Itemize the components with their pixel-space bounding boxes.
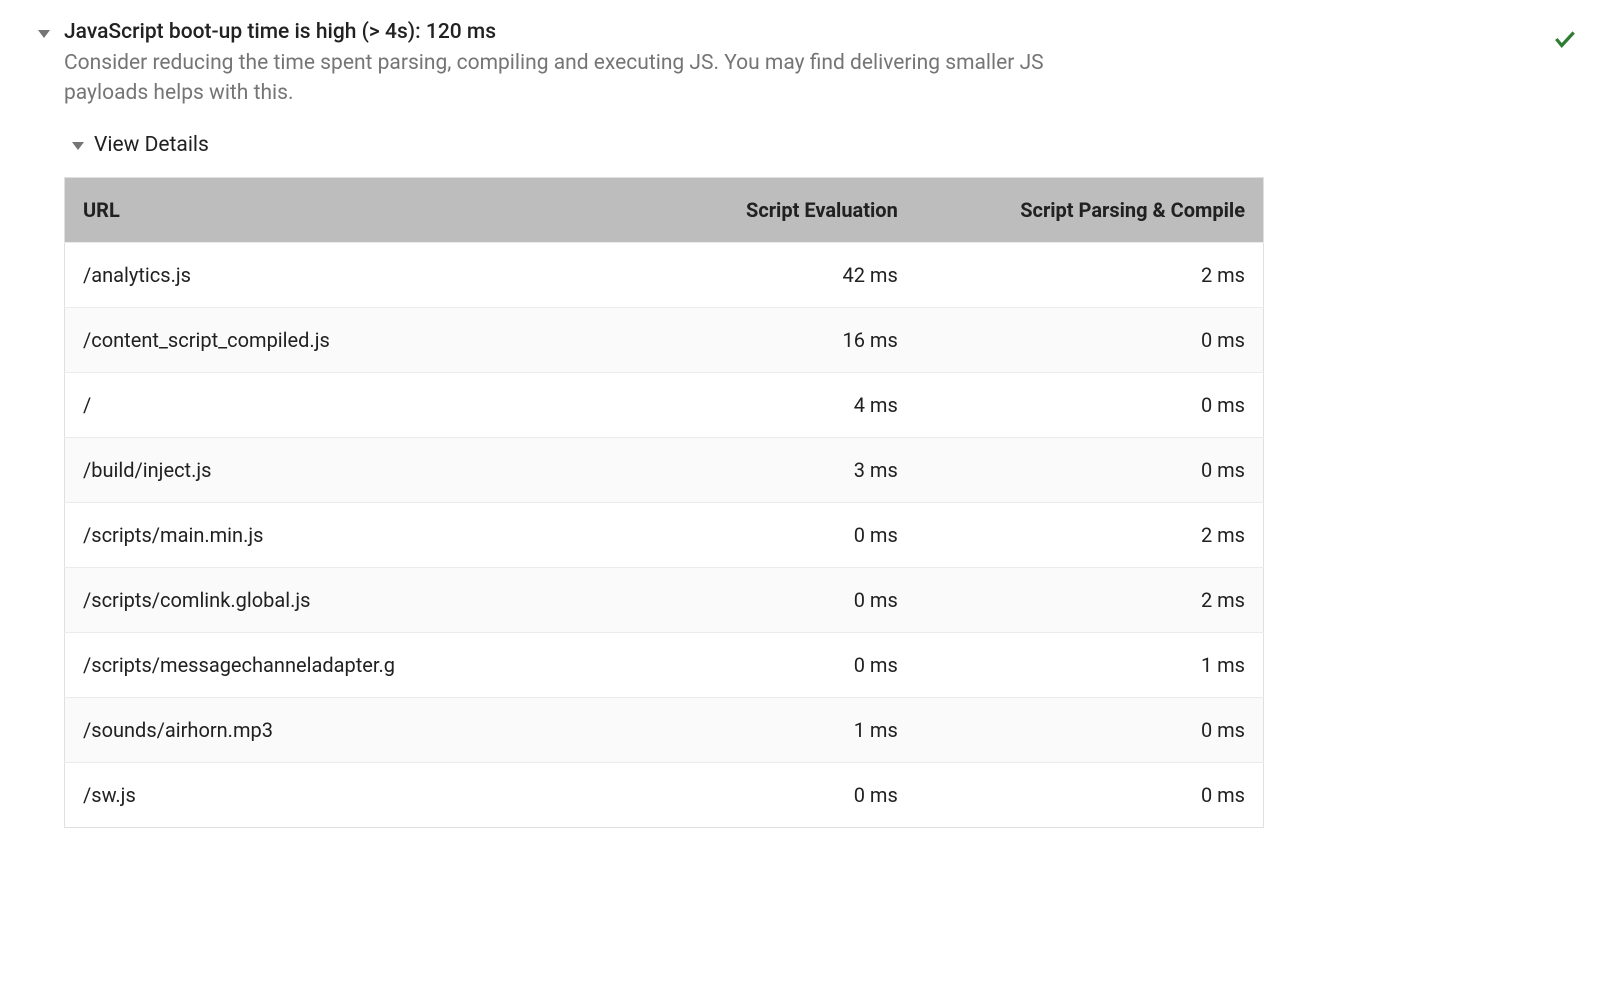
audit-header[interactable]: JavaScript boot-up time is high (> 4s): … <box>30 20 1584 109</box>
cell-parse: 0 ms <box>916 372 1264 437</box>
cell-eval: 1 ms <box>640 697 916 762</box>
cell-parse: 2 ms <box>916 567 1264 632</box>
cell-parse: 0 ms <box>916 762 1264 827</box>
table-row: /scripts/messagechanneladapter.g0 ms1 ms <box>65 632 1264 697</box>
cell-url: /scripts/comlink.global.js <box>65 567 641 632</box>
cell-parse: 2 ms <box>916 242 1264 307</box>
table-row: /sounds/airhorn.mp31 ms0 ms <box>65 697 1264 762</box>
cell-eval: 0 ms <box>640 567 916 632</box>
table-row: /build/inject.js3 ms0 ms <box>65 437 1264 502</box>
audit-description: Consider reducing the time spent parsing… <box>64 48 1124 109</box>
cell-url: /content_script_compiled.js <box>65 307 641 372</box>
table-row: /sw.js0 ms0 ms <box>65 762 1264 827</box>
cell-eval: 4 ms <box>640 372 916 437</box>
table-row: /4 ms0 ms <box>65 372 1264 437</box>
table-row: /scripts/main.min.js0 ms2 ms <box>65 502 1264 567</box>
check-icon <box>1552 26 1578 58</box>
cell-url: /sw.js <box>65 762 641 827</box>
chevron-down-icon <box>72 142 84 150</box>
bootup-time-table: URL Script Evaluation Script Parsing & C… <box>64 177 1264 828</box>
table-row: /scripts/comlink.global.js0 ms2 ms <box>65 567 1264 632</box>
table-row: /analytics.js42 ms2 ms <box>65 242 1264 307</box>
chevron-down-icon <box>38 30 50 38</box>
table-header-row: URL Script Evaluation Script Parsing & C… <box>65 177 1264 242</box>
col-header-parse: Script Parsing & Compile <box>916 177 1264 242</box>
cell-url: / <box>65 372 641 437</box>
cell-eval: 0 ms <box>640 632 916 697</box>
cell-url: /analytics.js <box>65 242 641 307</box>
cell-url: /scripts/main.min.js <box>65 502 641 567</box>
cell-eval: 0 ms <box>640 502 916 567</box>
table-row: /content_script_compiled.js16 ms0 ms <box>65 307 1264 372</box>
cell-url: /scripts/messagechanneladapter.g <box>65 632 641 697</box>
cell-parse: 0 ms <box>916 437 1264 502</box>
cell-parse: 0 ms <box>916 697 1264 762</box>
cell-parse: 2 ms <box>916 502 1264 567</box>
audit-item: JavaScript boot-up time is high (> 4s): … <box>30 20 1584 828</box>
audit-title: JavaScript boot-up time is high (> 4s): … <box>64 20 496 44</box>
col-header-url: URL <box>65 177 641 242</box>
cell-eval: 0 ms <box>640 762 916 827</box>
view-details-toggle[interactable]: View Details <box>64 133 1584 157</box>
view-details-label: View Details <box>94 133 209 157</box>
cell-eval: 42 ms <box>640 242 916 307</box>
cell-url: /sounds/airhorn.mp3 <box>65 697 641 762</box>
cell-parse: 0 ms <box>916 307 1264 372</box>
cell-parse: 1 ms <box>916 632 1264 697</box>
audit-details: View Details URL Script Evaluation Scrip… <box>30 133 1584 828</box>
cell-eval: 3 ms <box>640 437 916 502</box>
col-header-eval: Script Evaluation <box>640 177 916 242</box>
cell-url: /build/inject.js <box>65 437 641 502</box>
cell-eval: 16 ms <box>640 307 916 372</box>
